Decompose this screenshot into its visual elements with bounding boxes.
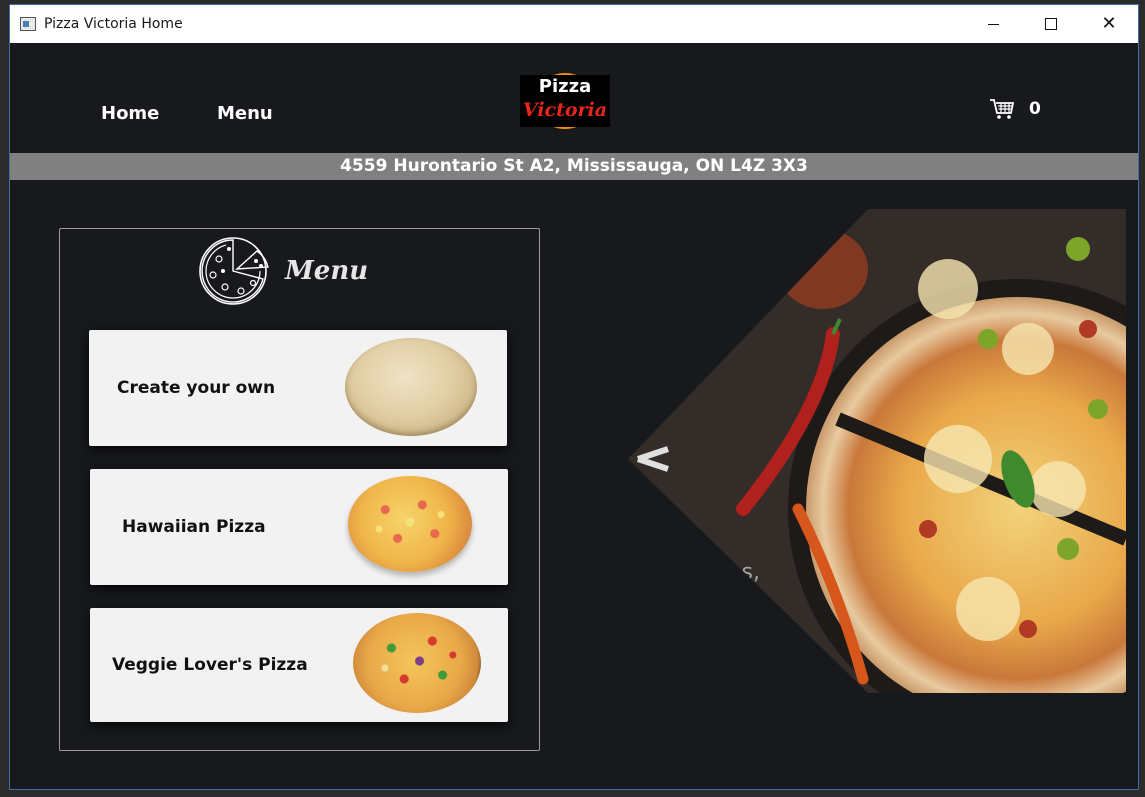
cart-button[interactable]: 0 [989, 98, 1041, 120]
menu-item-label: Veggie Lover's Pizza [112, 655, 308, 675]
navbar: Home Menu Pizza Victoria 0 [10, 43, 1138, 153]
title-bar[interactable]: Pizza Victoria Home ✕ [10, 5, 1138, 43]
menu-item-label: Create your own [117, 378, 276, 398]
window-controls: ✕ [964, 5, 1138, 43]
pizza-victoria-logo[interactable]: Pizza Victoria [520, 67, 612, 131]
window-title: Pizza Victoria Home [44, 16, 183, 32]
menu-heading-title: Menu [285, 256, 369, 286]
address-bar: 4559 Hurontario St A2, Mississauga, ON L… [10, 153, 1138, 180]
minimize-button[interactable] [964, 5, 1022, 43]
app-window: Pizza Victoria Home ✕ Home Menu Pizza Vi… [9, 4, 1139, 790]
menu-panel: Menu Create your own Hawaiian Pizza Vegg… [59, 228, 540, 751]
close-icon: ✕ [1101, 13, 1117, 34]
pizza-hero-image: as, [628, 209, 1126, 693]
maximize-button[interactable] [1022, 5, 1080, 43]
nav-home-link[interactable]: Home [101, 103, 159, 124]
background-editor-right [1139, 0, 1145, 797]
menu-heading: Menu [199, 235, 368, 307]
svg-text:as,: as, [728, 560, 760, 585]
app-window-icon [20, 17, 36, 31]
menu-item-create-your-own[interactable]: Create your own [89, 330, 507, 446]
nav-menu-link[interactable]: Menu [217, 103, 273, 124]
minimize-icon [987, 23, 999, 25]
logo-text-victoria: Victoria [522, 99, 608, 121]
close-button[interactable]: ✕ [1080, 5, 1138, 43]
menu-item-hawaiian-pizza[interactable]: Hawaiian Pizza [90, 469, 508, 585]
pizza-icon [199, 237, 269, 305]
pizza-dough-image [345, 338, 477, 436]
shopping-cart-icon [990, 99, 1015, 119]
hawaiian-pizza-image [348, 476, 472, 572]
maximize-icon [1045, 18, 1057, 30]
veggie-pizza-image [353, 613, 481, 713]
menu-item-veggie-lovers-pizza[interactable]: Veggie Lover's Pizza [90, 608, 508, 722]
cart-count: 0 [1029, 99, 1041, 119]
logo-text-pizza: Pizza [538, 76, 592, 97]
menu-item-label: Hawaiian Pizza [122, 517, 266, 537]
background-editor-left [0, 0, 9, 797]
